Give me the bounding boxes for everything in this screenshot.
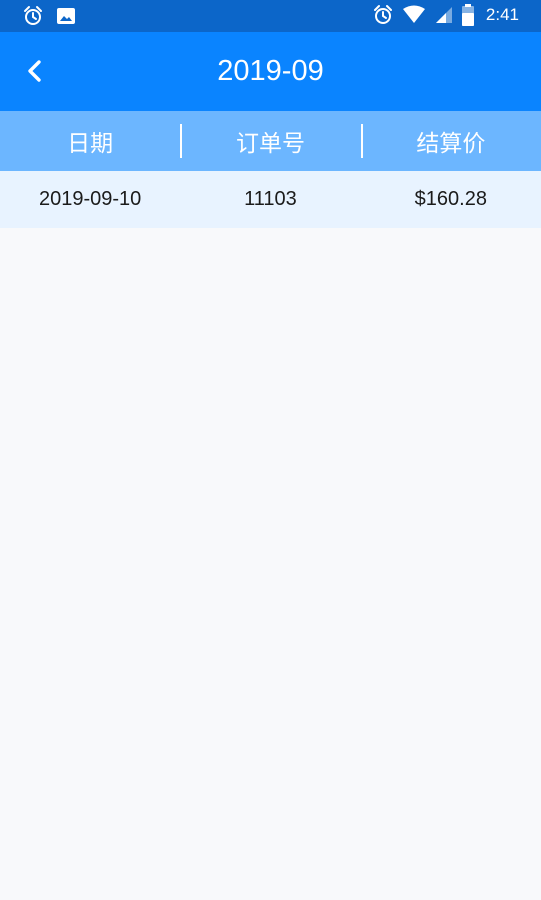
page-title: 2019-09 [217,55,324,87]
status-right-icons: 2:41 [372,4,519,26]
cell-settlement-price: $160.28 [414,188,487,210]
app-bar: 2019-09 [0,32,541,111]
column-header-date: 日期 [67,131,114,157]
table-row[interactable]: 2019-09-10 11103 $160.28 [0,171,541,228]
battery-icon [461,4,474,26]
wifi-icon [402,5,426,25]
signal-icon [434,5,454,25]
alarm-icon [372,4,394,26]
column-header-order-number: 订单号 [180,111,360,171]
chevron-left-icon [25,59,45,83]
status-time: 2:41 [485,5,519,24]
image-icon [56,6,76,26]
back-button[interactable] [18,54,52,88]
table-header: 日期 订单号 结算价 [0,111,541,171]
status-left-icons [22,5,76,27]
cell-order-number: 11103 [244,188,297,210]
cell-date: 2019-09-10 [39,188,142,210]
column-header-settlement-price: 结算价 [360,111,541,171]
alarm-icon [22,5,44,27]
status-bar: 2:41 [0,0,541,32]
